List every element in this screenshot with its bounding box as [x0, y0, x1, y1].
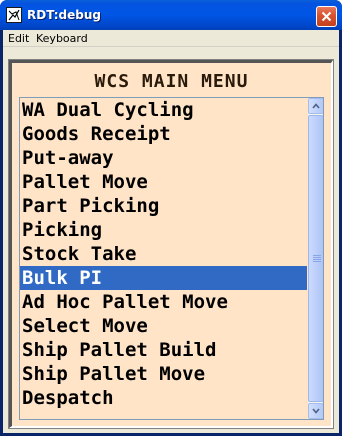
terminal-screen: WCS MAIN MENU WA Dual Cycling Goods Recei… — [8, 59, 334, 429]
close-icon — [321, 11, 332, 22]
close-button[interactable] — [316, 6, 337, 27]
menu-list-item[interactable]: Despatch — [20, 386, 307, 410]
menu-list-item[interactable]: Bulk PI — [20, 266, 307, 290]
menu-list-item[interactable]: Ship Pallet Move — [20, 362, 307, 386]
scroll-down-button[interactable] — [308, 403, 323, 419]
menu-list-items: WA Dual Cycling Goods Receipt Put-away Pall… — [20, 98, 307, 419]
app-window-icon[interactable] — [6, 7, 22, 23]
scroll-up-button[interactable] — [308, 98, 323, 114]
menu-title: WCS MAIN MENU — [94, 71, 249, 92]
scroll-up-arrow-icon — [312, 103, 320, 109]
menu-list-item[interactable]: WA Dual Cycling — [20, 98, 307, 122]
menu-list-item[interactable]: Put-away — [20, 146, 307, 170]
scroll-thumb[interactable] — [308, 115, 323, 402]
menu-list-item[interactable]: Picking — [20, 218, 307, 242]
title-bar[interactable]: RDT:debug — [0, 0, 342, 30]
scroll-grip-icon — [313, 255, 321, 263]
menu-list-item[interactable]: Ship Pallet Build — [20, 338, 307, 362]
vertical-scrollbar[interactable] — [308, 98, 323, 419]
main-menu-list[interactable]: WA Dual Cycling Goods Receipt Put-away Pall… — [19, 97, 324, 420]
menu-list-item[interactable]: Pallet Move — [20, 170, 307, 194]
menu-list-item[interactable]: Ad Hoc Pallet Move — [20, 290, 307, 314]
scroll-down-arrow-icon — [312, 408, 320, 414]
menu-list-item[interactable]: Select Move — [20, 314, 307, 338]
window-title: RDT:debug — [27, 8, 101, 22]
menu-bar: Edit Keyboard — [3, 30, 339, 47]
menu-edit[interactable]: Edit — [8, 31, 29, 46]
app-window: RDT:debug Edit Keyboard WCS MAIN MENU WA… — [0, 0, 342, 436]
menu-list-item[interactable]: Stock Take — [20, 242, 307, 266]
menu-list-item[interactable]: Goods Receipt — [20, 122, 307, 146]
menu-list-item[interactable]: Part Picking — [20, 194, 307, 218]
menu-keyboard[interactable]: Keyboard — [36, 31, 88, 46]
window-client-area: Edit Keyboard WCS MAIN MENU WA Dual Cycl… — [3, 30, 339, 433]
